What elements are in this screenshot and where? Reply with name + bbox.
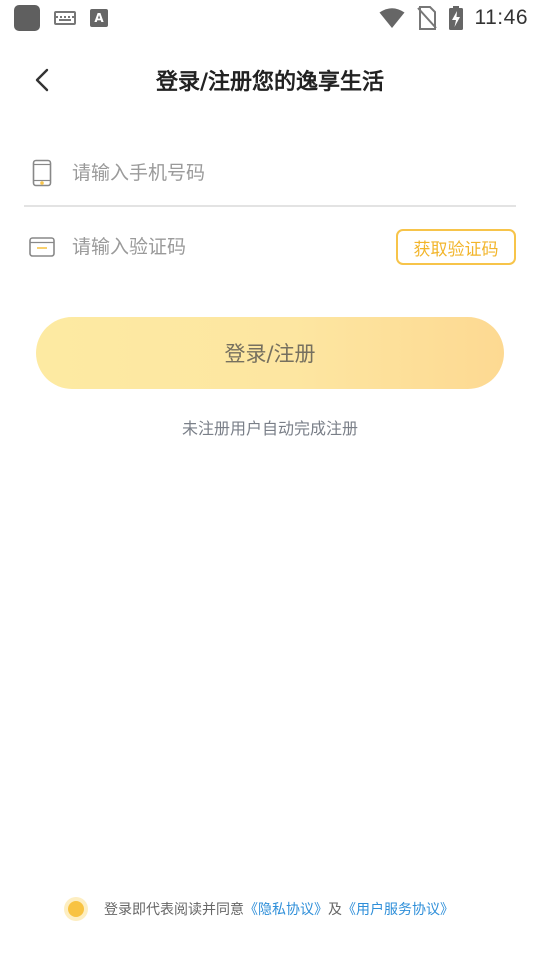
phone-row (24, 141, 516, 207)
keyboard-icon (54, 11, 76, 25)
battery-charging-icon (448, 6, 463, 30)
auto-register-hint: 未注册用户自动完成注册 (181, 419, 358, 438)
login-register-button[interactable]: 登录/注册 (36, 317, 504, 389)
privacy-agreement-link[interactable]: 《隐私协议》 (244, 899, 328, 919)
font-a-icon: A (90, 9, 108, 27)
wifi-icon (379, 8, 404, 28)
app-icon (14, 5, 40, 31)
get-code-button[interactable]: 获取验证码 (396, 229, 516, 265)
agreement-conjunction: 及 (328, 902, 342, 918)
checked-dot-icon (68, 901, 84, 917)
card-icon (24, 229, 60, 265)
status-time: 11:46 (474, 6, 528, 29)
agreement-prefix: 登录即代表阅读并同意 (104, 902, 244, 918)
status-right: 11:46 (379, 6, 529, 30)
code-row: 获取验证码 (24, 214, 516, 280)
page-title: 登录/注册您的逸享生活 (155, 70, 385, 95)
code-input[interactable] (72, 236, 396, 258)
no-sim-icon (416, 6, 437, 30)
agreement-checkbox[interactable] (64, 897, 88, 921)
status-left: A (14, 5, 108, 31)
login-screen: A 11:46 登录/注册您的逸享生活 请输入手机号码 请输入验证码 获取验证码… (0, 0, 540, 960)
phone-input[interactable] (72, 162, 516, 184)
phone-icon (24, 155, 60, 191)
service-agreement-link[interactable]: 《用户服务协议》 (342, 899, 454, 919)
agreement-row: 登录即代表阅读并同意 《隐私协议》 及 《用户服务协议》 (64, 896, 504, 922)
status-bar: A 11:46 (0, 0, 540, 36)
page-header: 登录/注册您的逸享生活 (0, 52, 540, 108)
